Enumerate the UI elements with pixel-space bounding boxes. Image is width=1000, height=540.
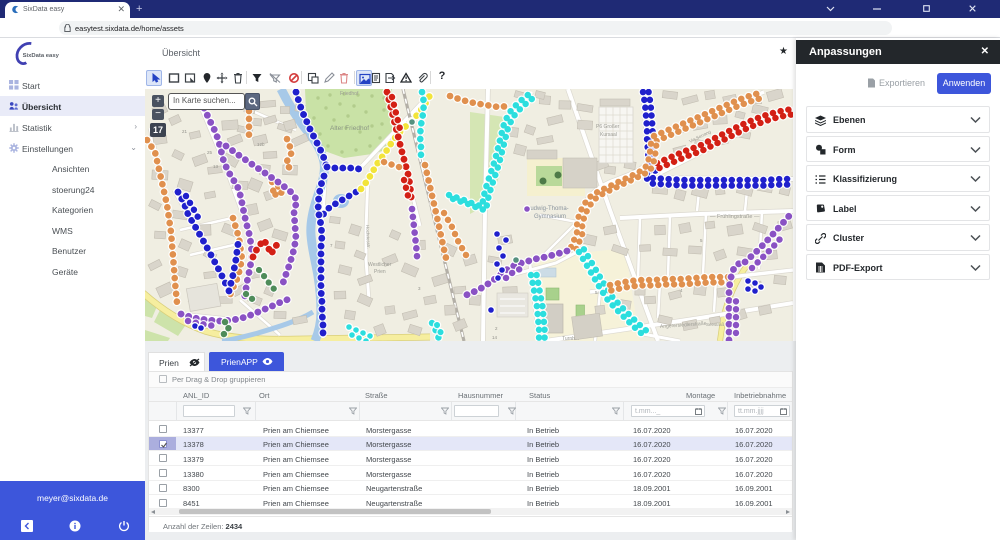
svg-text:Ludwig-Thoma-: Ludwig-Thoma- [527, 206, 569, 212]
svg-text:Friedhof: Friedhof [340, 91, 359, 97]
svg-text:Prien: Prien [374, 269, 386, 275]
svg-text:Gymnasium: Gymnasium [534, 214, 566, 220]
svg-text:SixData easy: SixData easy [23, 53, 60, 59]
svg-text:— Frühlingstraße —: — Frühlingstraße — [710, 214, 760, 220]
svg-text:Westlicher: Westlicher [368, 262, 392, 268]
svg-text:14: 14 [492, 335, 498, 340]
svg-text:Alter Friedhof: Alter Friedhof [330, 125, 369, 132]
svg-text:13: 13 [213, 164, 219, 169]
svg-text:P6 Großer: P6 Großer [596, 124, 620, 130]
svg-text:21: 21 [182, 129, 188, 134]
svg-text:Seestraße: Seestraße [706, 322, 727, 327]
svg-text:Kursaal: Kursaal [600, 132, 617, 138]
svg-text:25: 25 [207, 150, 213, 155]
svg-text:12b: 12b [257, 142, 265, 147]
